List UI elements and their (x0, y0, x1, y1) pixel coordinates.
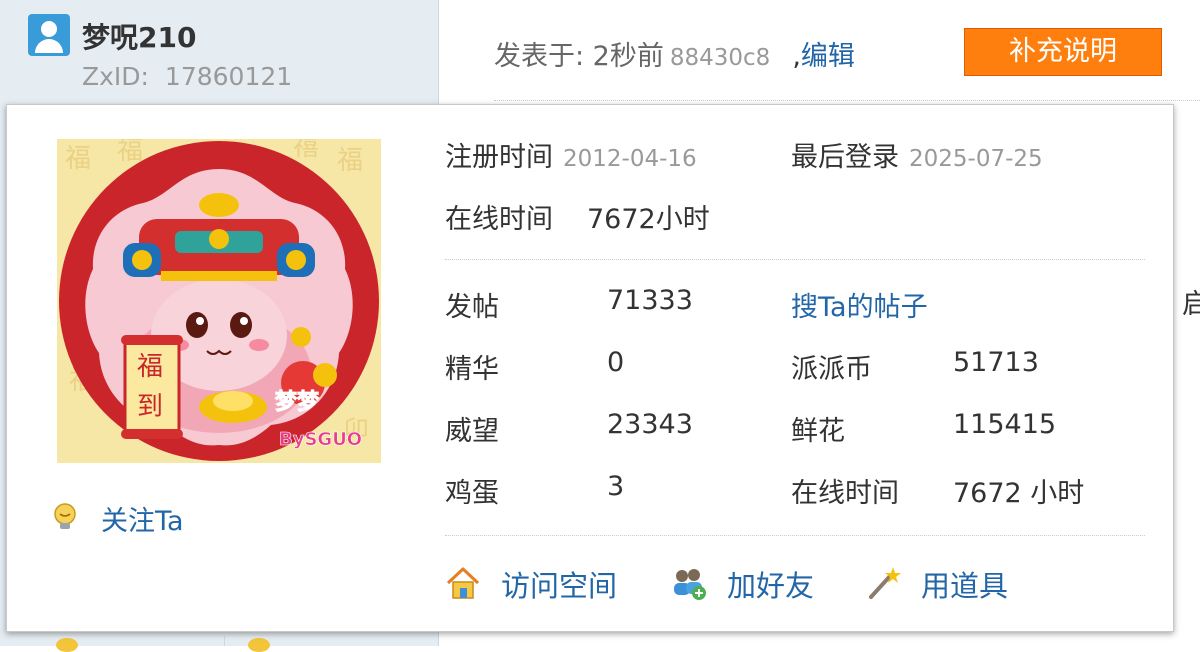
stat-label-posts: 发帖 (445, 292, 499, 323)
post-content-fragment: 启 (1182, 289, 1200, 320)
online-time-value: 7672小时 (587, 204, 710, 235)
stat-label-prestige: 威望 (445, 416, 499, 447)
stat-value-coins: 51713 (953, 347, 1039, 378)
meta-divider (494, 100, 1200, 101)
post-time: 发表于: 2秒前 (494, 41, 664, 72)
svg-text:福: 福 (117, 139, 143, 166)
stat-label-coins: 派派币 (791, 354, 872, 385)
stat-label-online: 在线时间 (791, 478, 899, 509)
edit-link[interactable]: 编辑 (801, 41, 855, 72)
last-login-label: 最后登录 (791, 142, 899, 173)
register-row: 注册时间 2012-04-16 (445, 135, 697, 174)
stat-label-flowers: 鲜花 (791, 416, 845, 447)
post-hash: 88430c8 (669, 45, 771, 71)
bottom-divider (224, 636, 225, 646)
stat-label-eggs: 鸡蛋 (445, 478, 499, 509)
register-date: 2012-04-16 (563, 146, 697, 172)
user-info-popup: 福福 富不 福卯 福禧 (6, 104, 1174, 632)
last-login-date: 2025-07-25 (909, 146, 1043, 172)
magic-wand-icon (869, 567, 901, 599)
avatar[interactable]: 福福 富不 福卯 福禧 (57, 139, 381, 463)
svg-text:福: 福 (337, 146, 363, 176)
bottom-icon-right (248, 638, 270, 652)
add-friend-icon (674, 569, 706, 600)
avatar-image: 福福 富不 福卯 福禧 (57, 139, 381, 463)
avatar-text-dao: 到 (137, 392, 163, 422)
follow-label: 关注Ta (101, 506, 184, 537)
stats-divider-bottom (445, 535, 1145, 536)
sidebar-bottom-controls (56, 636, 436, 652)
zxid-label: ZxID: (82, 62, 149, 91)
stat-value-posts: 71333 (607, 285, 693, 316)
stats-divider-top (445, 259, 1145, 260)
user-icon (28, 14, 70, 56)
bottom-icon-left (56, 638, 78, 652)
zxid-value: 17860121 (164, 62, 293, 91)
online-time-row: 在线时间 7672小时 (445, 197, 710, 236)
svg-text:福: 福 (65, 144, 91, 174)
register-label: 注册时间 (445, 142, 553, 173)
svg-text:禧: 禧 (293, 139, 319, 162)
avatar-text-fu: 福 (137, 352, 163, 382)
add-friend-label: 加好友 (727, 569, 815, 603)
search-posts-link[interactable]: 搜Ta的帖子 (791, 285, 928, 324)
lightbulb-icon (54, 503, 76, 529)
home-icon (446, 567, 480, 599)
stat-value-flowers: 115415 (953, 409, 1057, 440)
author-name[interactable]: 梦呪210 (82, 16, 196, 56)
supplement-button[interactable]: 补充说明 (964, 28, 1162, 76)
stat-value-prestige: 23343 (607, 409, 693, 440)
use-item-label: 用道具 (921, 569, 1009, 603)
stat-value-online: 7672 小时 (953, 478, 1085, 509)
online-time-label: 在线时间 (445, 204, 553, 235)
post-meta: 发表于: 2秒前 88430c8 ,编辑 (494, 34, 855, 73)
stat-value-digest: 0 (607, 347, 625, 378)
avatar-brand: 梦梦 (275, 389, 320, 415)
avatar-byline: BySGUO (279, 429, 362, 450)
visit-space-label: 访问空间 (501, 569, 618, 603)
last-login-row: 最后登录 2025-07-25 (791, 135, 1043, 174)
stat-value-eggs: 3 (607, 471, 625, 502)
author-zxid: ZxID: 17860121 (82, 62, 292, 91)
meta-separator: , (792, 41, 801, 72)
stat-label-digest: 精华 (445, 354, 499, 385)
